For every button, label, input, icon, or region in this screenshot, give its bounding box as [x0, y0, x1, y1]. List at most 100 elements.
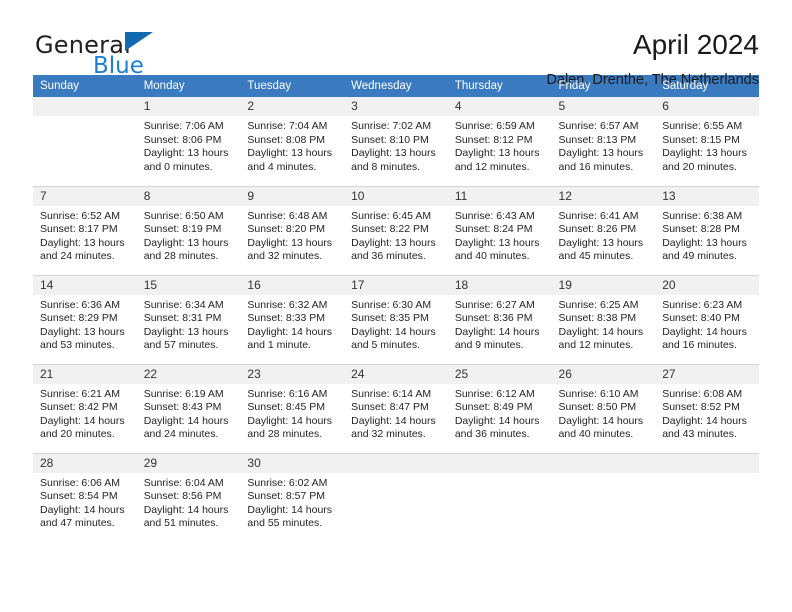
day-number: 1 [136, 97, 241, 116]
sunset-time: Sunset: 8:31 PM [143, 312, 222, 325]
sunset-time: Sunset: 8:19 PM [143, 223, 222, 236]
day-number: 2 [240, 97, 345, 116]
sunrise-time: Sunrise: 6:27 AM [454, 298, 535, 311]
day-number: 21 [33, 364, 137, 384]
sunset-time: Sunset: 8:26 PM [558, 223, 637, 236]
day-number: 14 [33, 275, 137, 295]
page-title: April 2024 [632, 29, 759, 60]
sunset-time: Sunset: 8:06 PM [143, 133, 222, 146]
day-cell[interactable]: 30 Sunrise: 6:02 AM Sunset: 8:57 PM Dayligh… [240, 452, 345, 542]
sunrise-time: Sunrise: 7:06 AM [143, 120, 224, 132]
day-details: Sunrise: 6:19 AM Sunset: 8:43 PM Daylight:… [137, 384, 241, 442]
day-cell[interactable]: 9 Sunrise: 6:48 AM Sunset: 8:20 PM Daylight… [240, 185, 345, 275]
daylight-duration-line2: and 20 minutes. [40, 428, 115, 441]
sunset-time: Sunset: 8:52 PM [662, 401, 740, 414]
day-details: Sunrise: 6:04 AM Sunset: 8:56 PM Daylight:… [137, 473, 241, 531]
day-cell[interactable]: 8 Sunrise: 6:50 AM Sunset: 8:19 PM Daylight… [136, 185, 241, 275]
day-number: 25 [447, 364, 552, 384]
daylight-duration-line2: and 5 minutes. [351, 339, 420, 352]
daylight-duration-line2: and 49 minutes. [662, 250, 737, 263]
sunrise-time: Sunrise: 6:41 AM [558, 209, 639, 222]
day-cell[interactable]: 11 Sunrise: 6:43 AM Sunset: 8:24 PM Dayligh… [447, 185, 552, 275]
day-details: Sunrise: 6:57 AM Sunset: 8:13 PM Daylight:… [552, 116, 656, 174]
logo-triangle-icon [125, 32, 153, 51]
day-number: 8 [136, 186, 241, 206]
daylight-duration-line1: Daylight: 14 hours [351, 414, 436, 427]
daylight-duration-line1: Daylight: 13 hours [247, 147, 333, 160]
general-blue-logo[interactable]: General Blue [33, 26, 203, 82]
day-cell[interactable]: 14 Sunrise: 6:36 AM Sunset: 8:29 PM Dayligh… [33, 274, 137, 364]
day-details: Sunrise: 6:36 AM Sunset: 8:29 PM Daylight:… [33, 295, 137, 353]
daylight-duration-line1: Daylight: 14 hours [662, 414, 747, 427]
day-cell[interactable]: 13 Sunrise: 6:38 AM Sunset: 8:28 PM Dayligh… [655, 185, 759, 275]
daylight-duration-line1: Daylight: 14 hours [40, 414, 125, 427]
day-cell[interactable]: 17 Sunrise: 6:30 AM Sunset: 8:35 PM Dayligh… [344, 274, 448, 364]
day-cell[interactable]: 19 Sunrise: 6:25 AM Sunset: 8:38 PM Dayligh… [551, 274, 656, 364]
day-details: Sunrise: 6:21 AM Sunset: 8:42 PM Daylight:… [33, 384, 137, 442]
day-details: Sunrise: 6:32 AM Sunset: 8:33 PM Daylight:… [240, 295, 344, 353]
daylight-duration-line2: and 16 minutes. [662, 339, 737, 352]
day-number: 30 [240, 453, 345, 473]
sunset-time: Sunset: 8:49 PM [454, 401, 533, 414]
day-cell[interactable]: 20 Sunrise: 6:23 AM Sunset: 8:40 PM Dayligh… [655, 274, 759, 364]
daylight-duration-line2: and 16 minutes. [558, 160, 634, 173]
day-cell[interactable]: 26 Sunrise: 6:10 AM Sunset: 8:50 PM Dayligh… [551, 363, 656, 453]
daylight-duration-line1: Daylight: 13 hours [558, 236, 644, 249]
day-cell[interactable]: 29 Sunrise: 6:04 AM Sunset: 8:56 PM Dayligh… [136, 452, 241, 542]
day-cell[interactable]: 18 Sunrise: 6:27 AM Sunset: 8:36 PM Dayligh… [447, 274, 552, 364]
daylight-duration-line2: and 12 minutes. [558, 339, 634, 352]
sunset-time: Sunset: 8:45 PM [247, 401, 326, 414]
day-cell[interactable]: 23 Sunrise: 6:16 AM Sunset: 8:45 PM Dayligh… [240, 363, 345, 453]
daylight-duration-line2: and 12 minutes. [454, 160, 530, 173]
day-details: Sunrise: 7:04 AM Sunset: 8:08 PM Daylight:… [240, 116, 344, 174]
daylight-duration-line2: and 1 minute. [247, 339, 312, 352]
day-cell[interactable]: 22 Sunrise: 6:19 AM Sunset: 8:43 PM Dayligh… [136, 363, 241, 453]
day-cell[interactable]: 28 Sunrise: 6:06 AM Sunset: 8:54 PM Dayligh… [33, 452, 137, 542]
daylight-duration-line1: Daylight: 14 hours [662, 325, 747, 338]
sunrise-time: Sunrise: 6:55 AM [662, 120, 743, 132]
day-number: 11 [447, 186, 552, 206]
day-details: Sunrise: 6:43 AM Sunset: 8:24 PM Daylight:… [448, 206, 552, 264]
day-number: 20 [655, 275, 759, 295]
sunset-time: Sunset: 8:22 PM [351, 223, 429, 236]
sunrise-time: Sunrise: 6:57 AM [558, 120, 639, 132]
day-cell[interactable]: 15 Sunrise: 6:34 AM Sunset: 8:31 PM Dayligh… [136, 274, 241, 364]
daylight-duration-line2: and 36 minutes. [351, 250, 426, 263]
daylight-duration-line1: Daylight: 13 hours [662, 236, 747, 249]
sunrise-time: Sunrise: 6:45 AM [351, 209, 432, 222]
day-cell[interactable]: 12 Sunrise: 6:41 AM Sunset: 8:26 PM Dayligh… [551, 185, 656, 275]
day-cell-empty [344, 452, 448, 542]
logo-text-blue: Blue [93, 53, 144, 79]
day-cell[interactable]: 24 Sunrise: 6:14 AM Sunset: 8:47 PM Dayligh… [344, 363, 448, 453]
sunrise-time: Sunrise: 6:34 AM [143, 298, 224, 311]
day-details: Sunrise: 6:02 AM Sunset: 8:57 PM Daylight:… [240, 473, 344, 531]
day-cell[interactable]: 6 Sunrise: 6:55 AM Sunset: 8:15 PM Daylight… [655, 97, 759, 186]
daylight-duration-line1: Daylight: 13 hours [454, 147, 540, 160]
day-cell[interactable]: 1 Sunrise: 7:06 AM Sunset: 8:06 PM Daylight… [136, 97, 241, 186]
day-details: Sunrise: 6:52 AM Sunset: 8:17 PM Daylight:… [33, 206, 137, 264]
day-details: Sunrise: 6:50 AM Sunset: 8:19 PM Daylight:… [137, 206, 241, 264]
day-details: Sunrise: 6:27 AM Sunset: 8:36 PM Daylight:… [448, 295, 552, 353]
day-cell[interactable]: 3 Sunrise: 7:02 AM Sunset: 8:10 PM Daylight… [344, 97, 448, 186]
daylight-duration-line2: and 32 minutes. [351, 428, 426, 441]
sunrise-time: Sunrise: 6:48 AM [247, 209, 328, 222]
day-cell[interactable]: 21 Sunrise: 6:21 AM Sunset: 8:42 PM Dayligh… [33, 363, 137, 453]
sunrise-time: Sunrise: 6:02 AM [247, 476, 328, 489]
day-cell[interactable]: 10 Sunrise: 6:45 AM Sunset: 8:22 PM Dayligh… [344, 185, 448, 275]
day-cell[interactable]: 2 Sunrise: 7:04 AM Sunset: 8:08 PM Daylight… [240, 97, 345, 186]
day-cell[interactable]: 7 Sunrise: 6:52 AM Sunset: 8:17 PM Daylight… [33, 185, 137, 275]
day-cell[interactable]: 16 Sunrise: 6:32 AM Sunset: 8:33 PM Dayligh… [240, 274, 345, 364]
day-cell[interactable]: 5 Sunrise: 6:57 AM Sunset: 8:13 PM Daylight… [551, 97, 656, 186]
daylight-duration-line2: and 0 minutes. [143, 160, 213, 173]
sunrise-time: Sunrise: 6:50 AM [143, 209, 224, 222]
day-number: 3 [344, 97, 448, 116]
daylight-duration-line2: and 24 minutes. [143, 428, 219, 441]
day-cell[interactable]: 27 Sunrise: 6:08 AM Sunset: 8:52 PM Dayligh… [655, 363, 759, 453]
daylight-duration-line1: Daylight: 14 hours [143, 503, 229, 516]
column-header-thursday: Thursday [447, 75, 552, 97]
day-cell[interactable]: 25 Sunrise: 6:12 AM Sunset: 8:49 PM Dayligh… [447, 363, 552, 453]
sunrise-time: Sunrise: 6:21 AM [40, 387, 120, 400]
day-cell[interactable]: 4 Sunrise: 6:59 AM Sunset: 8:12 PM Daylight… [447, 97, 552, 186]
day-number: 22 [136, 364, 241, 384]
daylight-duration-line2: and 40 minutes. [558, 428, 634, 441]
